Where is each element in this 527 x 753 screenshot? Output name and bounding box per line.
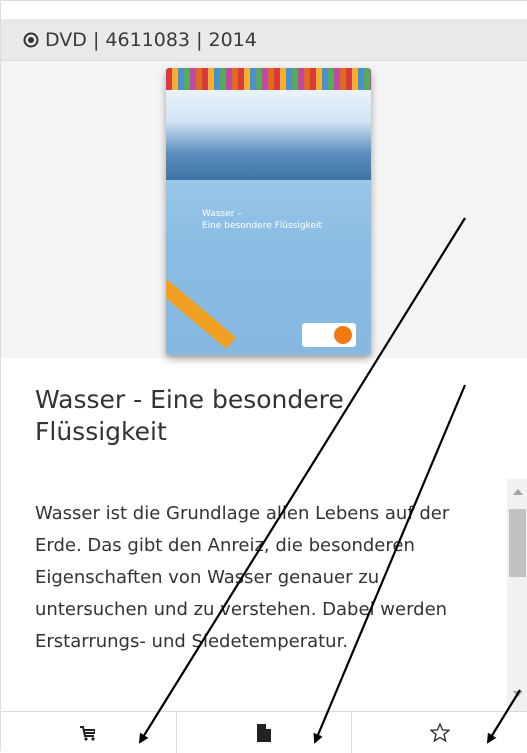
details-document-button[interactable] — [177, 712, 353, 753]
cover-title-line1: Wasser – — [202, 209, 242, 219]
cover-stripes — [166, 68, 371, 90]
media-card: DVD | 4611083 | 2014 Wasser – Eine beson… — [0, 0, 527, 753]
action-toolbar — [1, 711, 527, 753]
item-description: Wasser ist die Grundlage allen Lebens au… — [35, 503, 450, 652]
description-scrollbar[interactable] — [507, 479, 527, 711]
radio-dot-icon — [23, 32, 39, 47]
star-outline-icon — [430, 723, 451, 742]
publisher-logo — [302, 323, 356, 347]
dvd-cover-image[interactable]: Wasser – Eine besondere Flüssigkeit — [166, 68, 371, 355]
add-to-cart-button[interactable] — [1, 712, 177, 753]
cover-orange-band — [166, 278, 237, 349]
card-header: DVD | 4611083 | 2014 — [1, 19, 527, 61]
favorite-button[interactable] — [352, 712, 527, 753]
publisher-logo-dot — [334, 326, 352, 344]
item-title[interactable]: Wasser - Eine besondere Flüssigkeit — [35, 384, 365, 448]
cover-water-photo — [166, 90, 371, 180]
document-icon — [256, 723, 271, 742]
scroll-up-arrow-icon[interactable] — [513, 489, 523, 495]
cover-title: Wasser – Eine besondere Flüssigkeit — [202, 208, 352, 232]
scroll-thumb[interactable] — [509, 509, 526, 577]
scroll-down-arrow-icon[interactable] — [513, 691, 523, 697]
cart-icon — [80, 725, 96, 741]
cover-title-line2: Eine besondere Flüssigkeit — [202, 221, 323, 231]
media-meta: DVD | 4611083 | 2014 — [45, 28, 257, 51]
